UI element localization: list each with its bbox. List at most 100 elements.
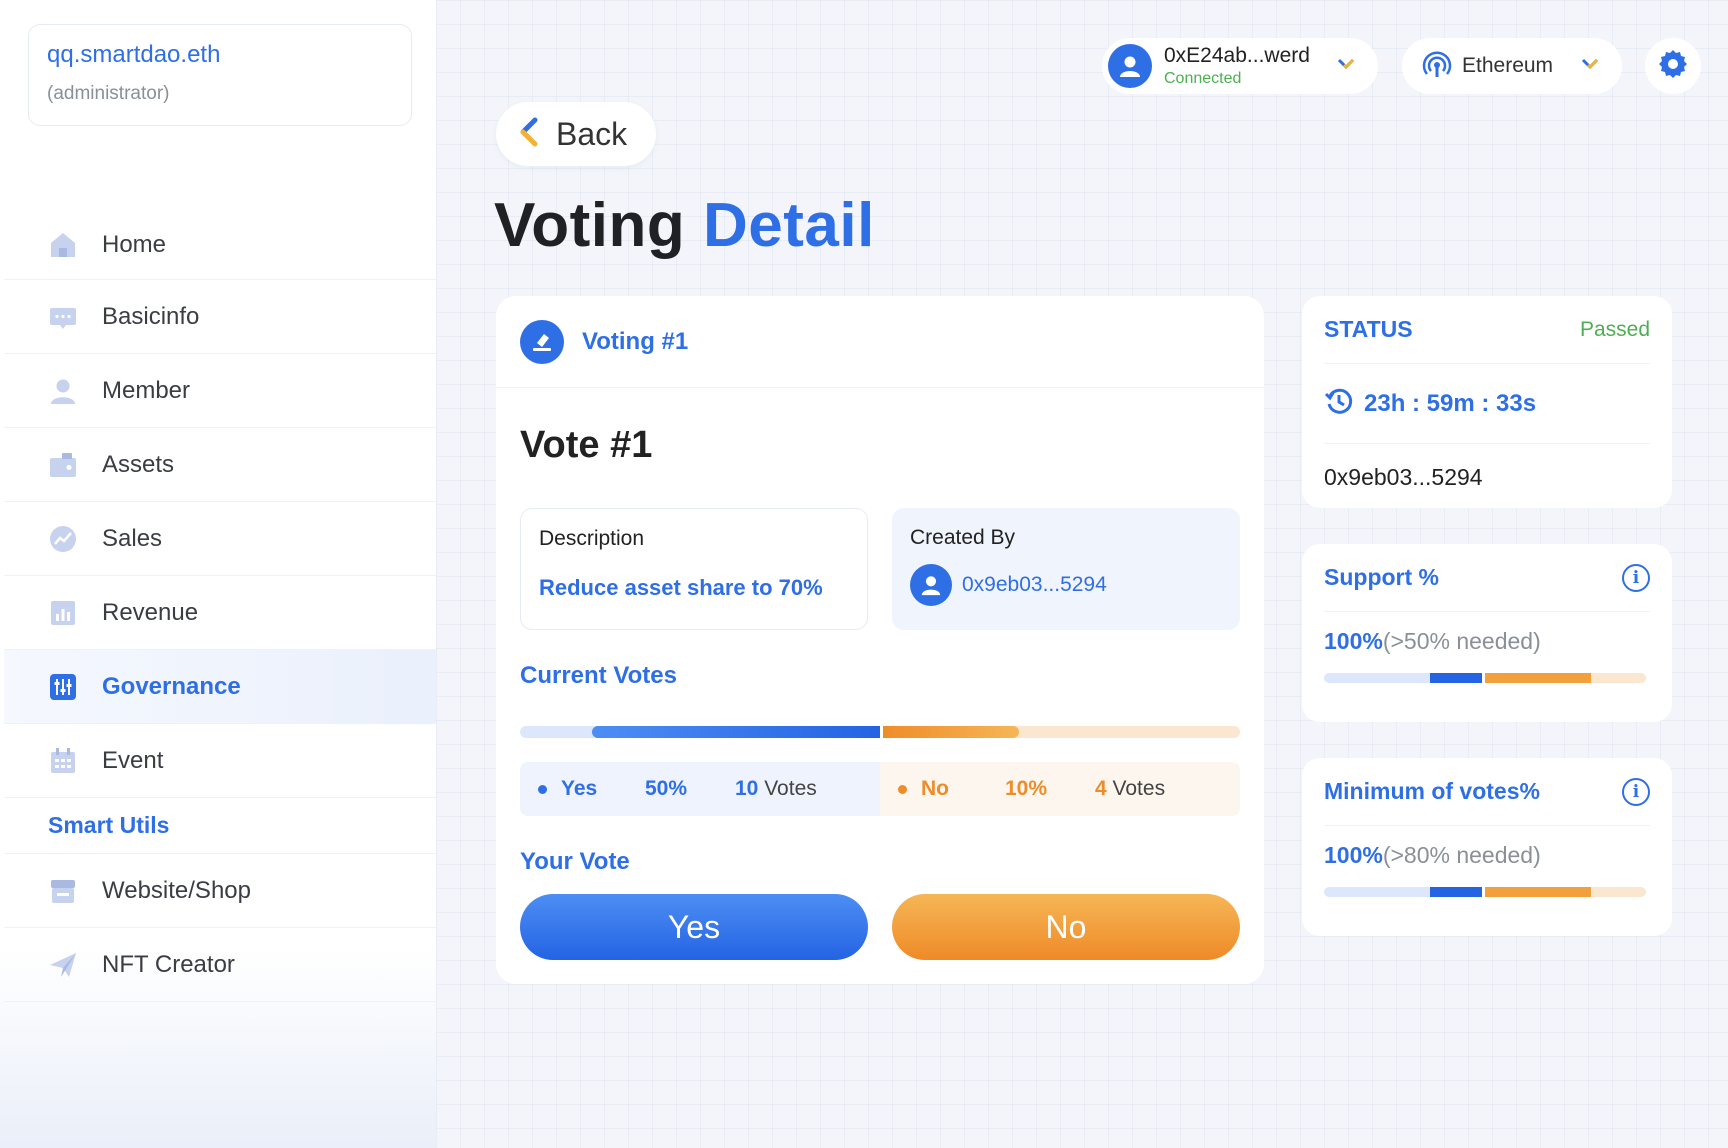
- vote-no-button[interactable]: No: [892, 894, 1240, 960]
- account-card[interactable]: qq.smartdao.eth (administrator): [28, 24, 412, 126]
- vote-title: Vote #1: [520, 424, 653, 466]
- yes-vote-count: 10: [735, 777, 759, 800]
- yes-percentage: 50%: [645, 777, 688, 800]
- bar-segment: [1324, 673, 1431, 683]
- yes-label: Yes: [561, 777, 598, 800]
- sidebar-nav: Home Basicinfo Member Assets Sales Reven…: [4, 210, 436, 1002]
- no-percentage: 10%: [1005, 777, 1048, 800]
- sidebar-item-nft-creator[interactable]: NFT Creator: [4, 928, 436, 1002]
- sidebar-item-label: Event: [102, 746, 164, 774]
- send-icon: [48, 950, 78, 980]
- no-fill: [883, 726, 1019, 738]
- calendar-icon: [48, 746, 78, 776]
- bar-segment: [1324, 887, 1431, 897]
- vote-yes-button[interactable]: Yes: [520, 894, 868, 960]
- chart-icon: [48, 598, 78, 628]
- voting-card: Voting #1 Vote #1 Description Reduce ass…: [496, 296, 1264, 984]
- sidebar-item-label: Governance: [102, 672, 241, 700]
- yes-track: [520, 726, 880, 738]
- info-icon[interactable]: i: [1622, 777, 1650, 806]
- no-votes: 4 Votes: [1095, 777, 1165, 801]
- network-selector[interactable]: Ethereum: [1402, 38, 1622, 94]
- sidebar-item-event[interactable]: Event: [4, 724, 436, 798]
- sidebar-item-label: Member: [102, 376, 191, 404]
- support-note: (>50% needed): [1382, 628, 1541, 654]
- sidebar-item-label: Home: [102, 230, 167, 258]
- sidebar-item-governance[interactable]: Governance: [4, 650, 436, 724]
- no-track: [883, 726, 1240, 738]
- sidebar-item-label: Sales: [102, 524, 163, 552]
- sidebar-item-sales[interactable]: Sales: [4, 502, 436, 576]
- bar-segment: [1484, 887, 1592, 897]
- broadcast-icon: [1422, 49, 1452, 84]
- back-button[interactable]: Back: [496, 102, 656, 166]
- page-title-part1: Voting: [494, 191, 686, 260]
- chevron-down-icon[interactable]: [1580, 57, 1600, 76]
- page-title: Voting Detail: [494, 190, 875, 261]
- support-value: 100%: [1324, 628, 1383, 654]
- chevron-down-icon[interactable]: [1336, 57, 1356, 76]
- avatar: [1108, 44, 1152, 88]
- vote-stats: Yes 50% 10 Votes No 10% 4 Votes: [520, 762, 1240, 816]
- store-icon: [48, 876, 78, 906]
- status-title: STATUS: [1324, 316, 1413, 342]
- voting-number: Voting #1: [582, 327, 689, 355]
- page-title-part2: Detail: [702, 191, 875, 260]
- bar-segment: [1591, 887, 1646, 897]
- minimum-votes-title: Minimum of votes%: [1324, 778, 1540, 804]
- back-label: Back: [556, 115, 628, 152]
- current-votes-label: Current Votes: [520, 662, 677, 689]
- description-box: Description Reduce asset share to 70%: [520, 508, 868, 630]
- gear-icon: [1657, 48, 1689, 85]
- minimum-votes-card: Minimum of votes% i 100%(>80% needed): [1302, 758, 1672, 936]
- wallet-status: Connected: [1164, 70, 1242, 87]
- votes-progress-bar: [520, 726, 1240, 738]
- sidebar-section-smart-utils: Smart Utils: [4, 798, 436, 854]
- yes-dot: [538, 784, 547, 794]
- user-icon: [48, 376, 78, 406]
- yes-fill: [592, 726, 880, 738]
- sidebar-item-website-shop[interactable]: Website/Shop: [4, 854, 436, 928]
- support-card: Support % i 100%(>50% needed): [1302, 544, 1672, 722]
- voting-card-header: Voting #1: [496, 296, 1264, 388]
- bar-segment: [1430, 887, 1482, 897]
- sidebar-item-revenue[interactable]: Revenue: [4, 576, 436, 650]
- creator-address[interactable]: 0x9eb03...5294: [962, 573, 1107, 597]
- sidebar-item-assets[interactable]: Assets: [4, 428, 436, 502]
- description-label: Description: [539, 527, 645, 550]
- wallet-selector[interactable]: 0xE24ab...werd Connected: [1102, 38, 1378, 94]
- bar-segment: [1484, 673, 1592, 683]
- settings-button[interactable]: [1645, 38, 1701, 94]
- sidebar-item-basicinfo[interactable]: Basicinfo: [4, 280, 436, 354]
- status-badge: Passed: [1579, 317, 1650, 341]
- no-votes-word: Votes: [1112, 777, 1166, 800]
- account-role: (administrator): [47, 83, 170, 104]
- account-name[interactable]: qq.smartdao.eth: [47, 41, 393, 69]
- wallet-icon: [48, 450, 78, 480]
- vote-icon: [520, 319, 564, 364]
- your-vote-label: Your Vote: [520, 848, 630, 875]
- created-by-label: Created By: [910, 526, 1016, 549]
- minimum-votes-value: 100%: [1324, 842, 1383, 868]
- sidebar-item-member[interactable]: Member: [4, 354, 436, 428]
- sliders-icon: [48, 672, 78, 702]
- support-title: Support %: [1324, 564, 1439, 590]
- chevron-left-icon: [518, 116, 540, 153]
- history-icon: [1324, 386, 1354, 421]
- sidebar-item-label: Assets: [102, 450, 175, 478]
- bar-segment: [1591, 673, 1646, 683]
- sidebar-item-label: Revenue: [102, 598, 199, 626]
- sidebar-item-home[interactable]: Home: [4, 210, 436, 280]
- minimum-votes-note: (>80% needed): [1382, 842, 1541, 868]
- info-icon[interactable]: i: [1622, 563, 1650, 592]
- sidebar-item-label: NFT Creator: [102, 950, 235, 978]
- description-value: Reduce asset share to 70%: [539, 575, 823, 600]
- yes-votes: 10 Votes: [735, 777, 817, 801]
- minimum-votes-progress-bar: [1324, 887, 1646, 897]
- status-address: 0x9eb03...5294: [1324, 463, 1483, 490]
- trend-icon: [48, 524, 78, 554]
- wallet-address: 0xE24ab...werd: [1164, 44, 1310, 67]
- sidebar: qq.smartdao.eth (administrator) Home Bas…: [0, 0, 436, 1148]
- sidebar-item-label: Basicinfo: [102, 302, 200, 330]
- no-label: No: [921, 777, 949, 800]
